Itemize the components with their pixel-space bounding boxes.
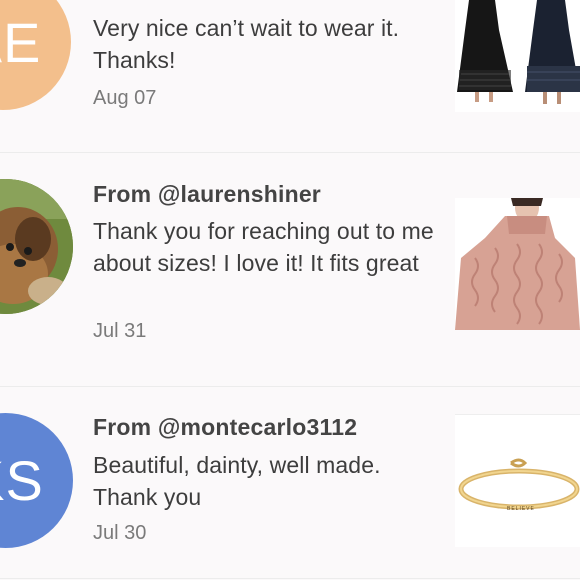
review-item[interactable]: From @laurenshiner Thank you for reachin…: [0, 153, 580, 386]
review-sender[interactable]: From @laurenshiner: [93, 181, 321, 208]
avatar[interactable]: KS: [0, 413, 73, 548]
review-item[interactable]: KS From @montecarlo3112 Beautiful, daint…: [0, 387, 580, 580]
pink-knit-sweater-photo: [455, 198, 580, 330]
review-message: Thank you for reaching out to me about s…: [93, 218, 434, 276]
avatar-initials: KS: [0, 449, 44, 512]
review-date: Jul 31: [93, 320, 147, 342]
review-date: Jul 30: [93, 522, 147, 544]
svg-text:BELIEVE: BELIEVE: [507, 506, 535, 512]
avatar[interactable]: [0, 179, 73, 314]
review-date: Aug 07: [93, 87, 157, 109]
review-message: Beautiful, dainty, well made. Thank you: [93, 452, 381, 510]
review-sender[interactable]: From @montecarlo3112: [93, 414, 357, 441]
gold-bracelet-photo: BELIEVE: [455, 415, 580, 547]
reviews-feed: AE Very nice can’t wait to wear it. Than…: [0, 0, 580, 580]
review-item[interactable]: AE Very nice can’t wait to wear it. Than…: [0, 0, 580, 152]
avatar-initials: AE: [0, 10, 42, 74]
dog-photo: [0, 179, 73, 314]
review-message: Very nice can’t wait to wear it. Thanks!: [93, 15, 400, 73]
divider: [0, 578, 580, 579]
avatar[interactable]: AE: [0, 0, 71, 110]
product-thumbnail[interactable]: [455, 0, 580, 112]
product-thumbnail[interactable]: [455, 198, 580, 330]
black-maxi-dress-photo: [455, 0, 580, 112]
product-thumbnail[interactable]: BELIEVE: [455, 414, 580, 547]
